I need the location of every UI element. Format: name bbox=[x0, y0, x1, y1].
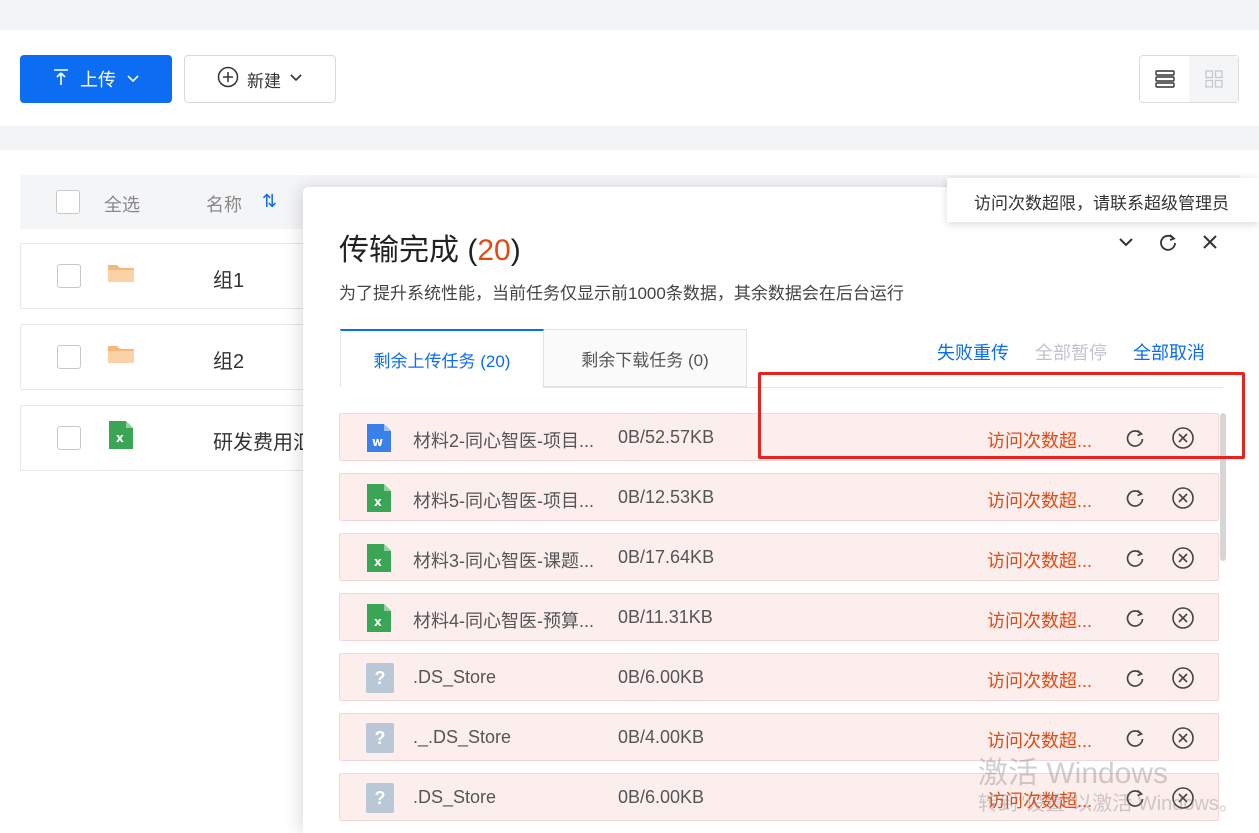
excel-file-icon: x bbox=[366, 543, 394, 573]
task-size: 0B/4.00KB bbox=[618, 727, 705, 747]
windows-watermark-subtitle: 转到"设置"以激活 Windows。 bbox=[978, 793, 1239, 815]
cancel-all-button[interactable]: 全部取消 bbox=[1133, 339, 1205, 365]
task-row: x 材料4-同心智医-预算... 0B/11.31KB 访问次数超... bbox=[339, 593, 1219, 641]
grid-view-button[interactable] bbox=[1189, 56, 1238, 102]
retry-icon[interactable] bbox=[1124, 727, 1146, 749]
task-size: 0B/12.53KB bbox=[618, 487, 715, 507]
task-name: ._.DS_Store bbox=[413, 727, 512, 747]
row-checkbox[interactable] bbox=[57, 426, 81, 450]
transfer-panel: 传输完成 (20) 为了提升系统性能，当前任务仅显示前1000条数据，其余数据会… bbox=[303, 187, 1259, 833]
folder-icon bbox=[107, 343, 135, 370]
task-row: ? .DS_Store 0B/6.00KB 访问次数超... bbox=[339, 653, 1219, 701]
excel-file-icon: x bbox=[366, 483, 394, 513]
highlight-annotation-box bbox=[758, 372, 1245, 459]
grid-view-icon bbox=[1204, 70, 1223, 88]
chevron-down-icon bbox=[1119, 238, 1133, 247]
task-count: 20 bbox=[477, 234, 511, 267]
task-size: 0B/52.57KB bbox=[618, 427, 715, 447]
toolbar: 上传 新建 bbox=[0, 30, 1259, 126]
task-row: x 材料3-同心智医-课题... 0B/17.64KB 访问次数超... bbox=[339, 533, 1219, 581]
retry-icon[interactable] bbox=[1124, 547, 1146, 569]
tab-download[interactable]: 剩余下载任务 (0) bbox=[544, 329, 747, 387]
select-all-checkbox[interactable] bbox=[56, 190, 80, 214]
task-size: 0B/6.00KB bbox=[618, 787, 705, 807]
retry-icon[interactable] bbox=[1124, 667, 1146, 689]
task-status: 访问次数超... bbox=[987, 611, 1093, 631]
task-status: 访问次数超... bbox=[987, 551, 1093, 571]
cancel-circle-icon[interactable] bbox=[1171, 486, 1195, 510]
new-label: 新建 bbox=[247, 71, 281, 91]
panel-description: 为了提升系统性能，当前任务仅显示前1000条数据，其余数据会在后台运行 bbox=[339, 284, 904, 303]
plus-circle-icon bbox=[217, 66, 239, 93]
task-size: 0B/17.64KB bbox=[618, 547, 715, 567]
cancel-circle-icon[interactable] bbox=[1171, 666, 1195, 690]
chevron-down-icon bbox=[126, 69, 140, 90]
svg-text:x: x bbox=[116, 431, 124, 445]
row-checkbox[interactable] bbox=[57, 264, 81, 288]
retry-icon[interactable] bbox=[1124, 607, 1146, 629]
task-row: x 材料5-同心智医-项目... 0B/12.53KB 访问次数超... bbox=[339, 473, 1219, 521]
task-status: 访问次数超... bbox=[987, 491, 1093, 511]
pause-all-button[interactable]: 全部暂停 bbox=[1035, 339, 1107, 365]
row-name: 组2 bbox=[213, 351, 245, 373]
refresh-button[interactable] bbox=[1157, 231, 1179, 253]
tab-bar: 剩余上传任务 (20) 剩余下载任务 (0) bbox=[340, 329, 747, 387]
task-name: .DS_Store bbox=[413, 667, 497, 687]
upload-button[interactable]: 上传 bbox=[20, 55, 172, 103]
top-strip bbox=[0, 0, 1259, 8]
svg-text:x: x bbox=[374, 615, 382, 629]
folder-icon bbox=[107, 262, 135, 289]
upload-icon bbox=[52, 68, 70, 91]
select-all-label: 全选 bbox=[104, 195, 140, 215]
collapse-button[interactable] bbox=[1115, 231, 1137, 253]
error-tooltip: 访问次数超限，请联系超级管理员 bbox=[947, 178, 1259, 222]
task-status: 访问次数超... bbox=[987, 671, 1093, 691]
word-file-icon: w bbox=[366, 423, 394, 453]
close-button[interactable] bbox=[1199, 231, 1221, 253]
view-toggle bbox=[1139, 55, 1239, 103]
refresh-icon bbox=[1160, 234, 1176, 251]
svg-text:w: w bbox=[372, 435, 383, 449]
chevron-down-icon bbox=[289, 69, 303, 89]
sort-icon[interactable]: ⇅ bbox=[262, 191, 277, 212]
cancel-circle-icon[interactable] bbox=[1171, 726, 1195, 750]
windows-watermark-title: 激活 Windows bbox=[978, 757, 1169, 790]
batch-actions: 失败重传 全部暂停 全部取消 bbox=[937, 339, 1205, 365]
list-view-icon bbox=[1154, 70, 1175, 88]
unknown-file-icon: ? bbox=[366, 663, 394, 693]
cancel-circle-icon[interactable] bbox=[1171, 606, 1195, 630]
retry-failed-button[interactable]: 失败重传 bbox=[937, 339, 1009, 365]
close-icon bbox=[1203, 235, 1217, 249]
name-column-header[interactable]: 名称 bbox=[206, 191, 242, 217]
retry-icon[interactable] bbox=[1124, 487, 1146, 509]
excel-file-icon: x bbox=[108, 420, 134, 455]
task-size: 0B/6.00KB bbox=[618, 667, 705, 687]
task-name: 材料2-同心智医-项目... bbox=[413, 431, 595, 451]
task-name: 材料3-同心智医-课题... bbox=[413, 551, 595, 571]
unknown-file-icon: ? bbox=[366, 783, 394, 813]
excel-file-icon: x bbox=[366, 603, 394, 633]
row-name: 组1 bbox=[213, 270, 245, 292]
unknown-file-icon: ? bbox=[366, 723, 394, 753]
task-name: 材料5-同心智医-项目... bbox=[413, 491, 595, 511]
panel-title: 传输完成 (20) bbox=[339, 234, 521, 267]
row-name: 研发费用汇 bbox=[213, 432, 313, 454]
new-button[interactable]: 新建 bbox=[184, 55, 336, 103]
svg-text:x: x bbox=[374, 495, 382, 509]
upload-label: 上传 bbox=[80, 70, 116, 90]
task-name: 材料4-同心智医-预算... bbox=[413, 611, 595, 631]
task-size: 0B/11.31KB bbox=[618, 607, 713, 627]
cancel-circle-icon[interactable] bbox=[1171, 546, 1195, 570]
tab-upload[interactable]: 剩余上传任务 (20) bbox=[340, 329, 544, 387]
task-name: .DS_Store bbox=[413, 787, 497, 807]
svg-text:x: x bbox=[374, 555, 382, 569]
row-checkbox[interactable] bbox=[57, 345, 81, 369]
list-view-button[interactable] bbox=[1140, 56, 1189, 102]
